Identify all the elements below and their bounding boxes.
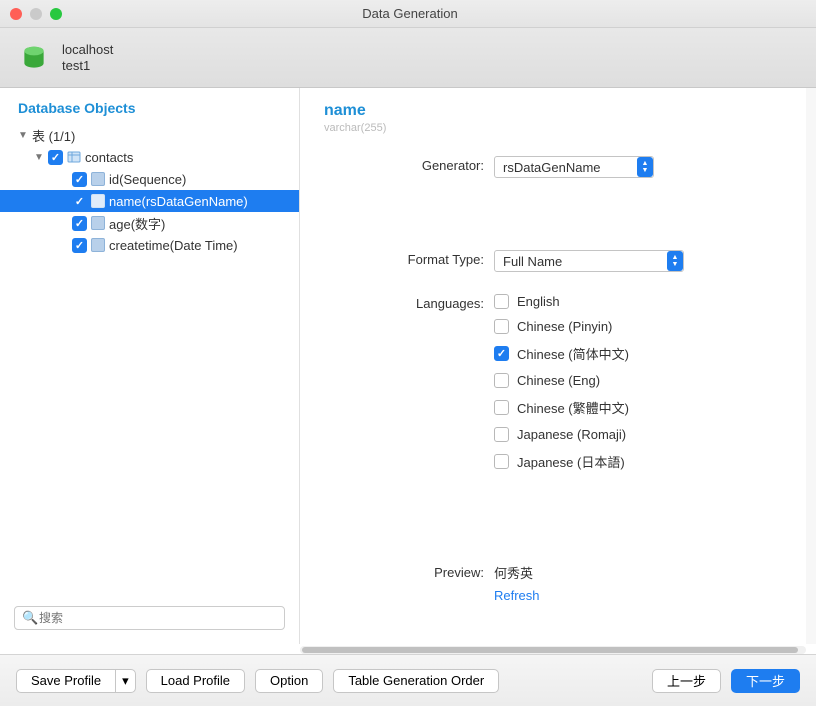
minimize-icon[interactable] [30,8,42,20]
language-label: Chinese (Eng) [517,373,600,388]
chevron-down-icon[interactable]: ▼ [18,130,28,141]
sidebar-title: Database Objects [0,100,299,122]
column-icon [91,216,105,230]
checkbox[interactable] [494,294,509,309]
search-wrap: 🔍 [0,600,299,636]
updown-icon: ▲▼ [667,251,683,271]
tree-column-label: id(Sequence) [109,172,186,187]
next-button[interactable]: 下一步 [731,669,800,693]
languages-label: Languages: [324,294,494,311]
refresh-link[interactable]: Refresh [494,588,540,603]
checkbox[interactable] [48,150,63,165]
checkbox[interactable] [494,400,509,415]
tree-column-label: createtime(Date Time) [109,238,238,253]
table-icon [67,150,81,164]
maximize-icon[interactable] [50,8,62,20]
generator-select[interactable]: rsDataGenName ▲▼ [494,156,654,178]
format-type-value: Full Name [503,254,667,269]
prev-button[interactable]: 上一步 [652,669,721,693]
search-input[interactable] [14,606,285,630]
language-label: Japanese (日本語) [517,452,625,471]
language-label: Chinese (Pinyin) [517,319,612,334]
language-option[interactable]: Japanese (Romaji) [494,427,786,442]
checkbox[interactable] [72,238,87,253]
object-tree: ▼ 表 (1/1) ▼ contacts id(Sequence) name(rs… [0,122,299,600]
horizontal-scrollbar[interactable] [300,646,806,654]
field-type: varchar(255) [324,122,786,134]
tree-column[interactable]: age(数字) [0,212,299,234]
language-option[interactable]: Chinese (Eng) [494,373,786,388]
tree-column-label: age(数字) [109,214,165,233]
host-name: localhost [62,42,113,58]
format-type-select[interactable]: Full Name ▲▼ [494,250,684,272]
generator-label: Generator: [324,156,494,173]
checkbox[interactable] [72,194,87,209]
preview-label: Preview: [324,563,494,580]
languages-list: English Chinese (Pinyin) Chinese (简体中文) Chi… [494,294,786,471]
window-controls [10,8,62,20]
save-profile-split: Save Profile ▾ [16,669,136,693]
tree-column[interactable]: name(rsDataGenName) [0,190,299,212]
checkbox[interactable] [494,373,509,388]
checkbox[interactable] [72,216,87,231]
updown-icon: ▲▼ [637,157,653,177]
language-label: English [517,294,560,309]
language-label: Japanese (Romaji) [517,427,626,442]
field-name: name [324,102,786,120]
close-icon[interactable] [10,8,22,20]
tree-table-contacts[interactable]: ▼ contacts [0,146,299,168]
table-generation-order-button[interactable]: Table Generation Order [333,669,499,693]
column-icon [91,172,105,186]
window-title: Data Generation [62,6,758,21]
tree-root-label: 表 (1/1) [32,126,75,145]
tree-table-label: contacts [85,150,133,165]
checkbox[interactable] [494,427,509,442]
connection-header: localhost test1 [0,28,816,88]
column-icon [91,194,105,208]
sidebar: Database Objects ▼ 表 (1/1) ▼ contacts id… [0,88,300,644]
database-name: test1 [62,58,113,74]
format-type-label: Format Type: [324,250,494,267]
tree-column[interactable]: createtime(Date Time) [0,234,299,256]
checkbox[interactable] [494,346,509,361]
tree-root-tables[interactable]: ▼ 表 (1/1) [0,124,299,146]
save-profile-menu-button[interactable]: ▾ [115,669,136,693]
language-option[interactable]: Chinese (繁體中文) [494,398,786,417]
language-option[interactable]: English [494,294,786,309]
chevron-down-icon[interactable]: ▼ [34,152,44,163]
column-icon [91,238,105,252]
titlebar: Data Generation [0,0,816,28]
scrollbar-thumb[interactable] [302,647,798,653]
language-label: Chinese (简体中文) [517,344,629,363]
language-label: Chinese (繁體中文) [517,398,629,417]
load-profile-button[interactable]: Load Profile [146,669,245,693]
checkbox[interactable] [494,319,509,334]
preview-value: 何秀英 [494,563,786,582]
generator-value: rsDataGenName [503,160,637,175]
tree-column-label: name(rsDataGenName) [109,194,248,209]
language-option[interactable]: Chinese (Pinyin) [494,319,786,334]
checkbox[interactable] [72,172,87,187]
checkbox[interactable] [494,454,509,469]
save-profile-button[interactable]: Save Profile [16,669,115,693]
database-icon [20,44,48,72]
footer: Save Profile ▾ Load Profile Option Table… [0,654,816,706]
host-info: localhost test1 [62,42,113,74]
option-button[interactable]: Option [255,669,323,693]
detail-panel: name varchar(255) Generator: rsDataGenNa… [300,88,816,644]
language-option[interactable]: Japanese (日本語) [494,452,786,471]
tree-column[interactable]: id(Sequence) [0,168,299,190]
language-option[interactable]: Chinese (简体中文) [494,344,786,363]
